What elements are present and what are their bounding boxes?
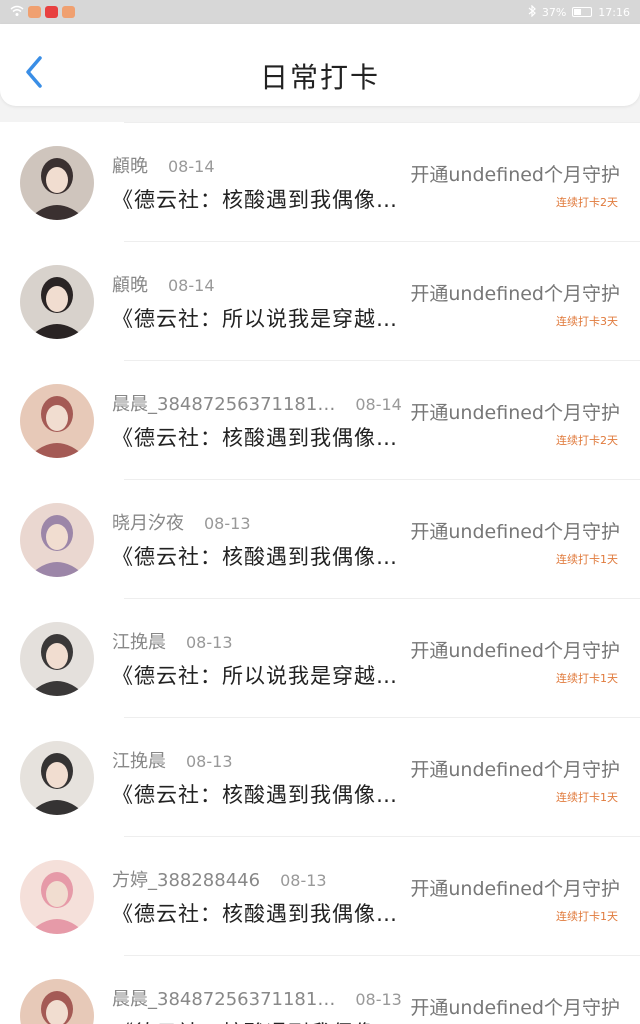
user-name: 顧晚 — [112, 275, 148, 296]
user-name: 晓月汐夜 — [112, 513, 184, 534]
guard-text: 开通undefined个月守护 — [410, 283, 620, 305]
guard-text: 开通undefined个月守护 — [410, 521, 620, 543]
status-bar: 37% 17:16 — [0, 0, 640, 24]
avatar[interactable] — [20, 860, 94, 934]
guard-text: 开通undefined个月守护 — [410, 640, 620, 662]
checkin-date: 08-13 — [204, 514, 251, 533]
checkin-date: 08-13 — [355, 990, 402, 1009]
divider — [124, 360, 640, 361]
checkin-message: 《德云社：核酸遇到我偶像… — [112, 1017, 422, 1024]
streak-text: 连续打卡1天 — [556, 910, 618, 923]
name-line: 顧晚 08-14 — [112, 152, 215, 178]
guard-text: 开通undefined个月守护 — [410, 878, 620, 900]
avatar[interactable] — [20, 979, 94, 1024]
checkin-date: 08-14 — [168, 157, 215, 176]
status-left — [10, 5, 75, 20]
name-line: 顧晚 08-14 — [112, 271, 215, 297]
avatar[interactable] — [20, 503, 94, 577]
divider — [124, 241, 640, 242]
checkin-message: 《德云社：核酸遇到我偶像… — [112, 545, 398, 569]
name-line: 晨晨_38487256371181… 08-13 — [112, 985, 402, 1011]
name-line: 方婷_388288446 08-13 — [112, 866, 327, 892]
user-name: 顧晚 — [112, 156, 148, 177]
divider — [124, 717, 640, 718]
list-item[interactable]: 方婷_388288446 08-13 《德云社：核酸遇到我偶像… 开通undef… — [0, 836, 640, 955]
guard-text: 开通undefined个月守护 — [410, 164, 620, 186]
list-item[interactable]: 顧晚 08-14 《德云社：所以说我是穿越… 开通undefined个月守护 连… — [0, 241, 640, 360]
battery-icon — [572, 7, 593, 17]
divider — [124, 122, 640, 123]
checkin-date: 08-13 — [280, 871, 327, 890]
list-item[interactable]: 江挽晨 08-13 《德云社：核酸遇到我偶像… 开通undefined个月守护 … — [0, 717, 640, 836]
name-line: 江挽晨 08-13 — [112, 628, 233, 654]
checkin-date: 08-14 — [168, 276, 215, 295]
list-item[interactable]: 晓月汐夜 08-13 《德云社：核酸遇到我偶像… 开通undefined个月守护… — [0, 479, 640, 598]
status-right: 37% 17:16 — [528, 4, 630, 20]
notification-icon — [62, 6, 75, 18]
avatar[interactable] — [20, 146, 94, 220]
list-item[interactable]: 晨晨_38487256371181… 08-13 《德云社：核酸遇到我偶像… 开… — [0, 955, 640, 1024]
user-name: 晨晨_38487256371181… — [112, 394, 336, 415]
user-name: 方婷_388288446 — [112, 870, 261, 891]
checkin-message: 《德云社：核酸遇到我偶像… — [112, 188, 398, 212]
user-name: 晨晨_38487256371181… — [112, 989, 336, 1010]
streak-text: 连续打卡2天 — [556, 434, 618, 447]
battery-percent: 37% — [541, 5, 567, 19]
guard-text: 开通undefined个月守护 — [410, 997, 620, 1019]
user-name: 江挽晨 — [112, 632, 166, 653]
name-line: 晓月汐夜 08-13 — [112, 509, 251, 535]
checkin-date: 08-14 — [355, 395, 402, 414]
notification-icon — [45, 6, 58, 18]
streak-text: 连续打卡2天 — [556, 196, 618, 209]
name-line: 江挽晨 08-13 — [112, 747, 233, 773]
avatar[interactable] — [20, 741, 94, 815]
checkin-message: 《德云社：核酸遇到我偶像… — [112, 783, 398, 807]
streak-text: 连续打卡3天 — [556, 315, 618, 328]
list-item[interactable]: 江挽晨 08-13 《德云社：所以说我是穿越… 开通undefined个月守护 … — [0, 598, 640, 717]
checkin-message: 《德云社：所以说我是穿越… — [112, 664, 398, 688]
divider — [124, 479, 640, 480]
streak-text: 连续打卡1天 — [556, 553, 618, 566]
list-item[interactable]: 晨晨_38487256371181… 08-14 《德云社：核酸遇到我偶像… 开… — [0, 360, 640, 479]
checkin-date: 08-13 — [186, 633, 233, 652]
checkin-message: 《德云社：核酸遇到我偶像… — [112, 426, 398, 450]
streak-text: 连续打卡1天 — [556, 791, 618, 804]
wifi-icon — [10, 5, 24, 20]
clock: 17:16 — [598, 5, 630, 19]
streak-text: 连续打卡1天 — [556, 672, 618, 685]
guard-text: 开通undefined个月守护 — [410, 402, 620, 424]
checkin-message: 《德云社：核酸遇到我偶像… — [112, 902, 398, 926]
page-title: 日常打卡 — [259, 61, 380, 94]
avatar[interactable] — [20, 384, 94, 458]
guard-text: 开通undefined个月守护 — [410, 759, 620, 781]
header-bar: 日常打卡 — [0, 24, 640, 106]
avatar[interactable] — [20, 265, 94, 339]
checkin-message: 《德云社：所以说我是穿越… — [112, 307, 398, 331]
list-item[interactable]: 顧晚 08-14 《德云社：核酸遇到我偶像… 开通undefined个月守护 连… — [0, 122, 640, 241]
checkin-list: 顧晚 08-14 《德云社：核酸遇到我偶像… 开通undefined个月守护 连… — [0, 122, 640, 1024]
divider — [124, 955, 640, 956]
name-line: 晨晨_38487256371181… 08-14 — [112, 390, 402, 416]
bluetooth-icon — [528, 4, 536, 20]
checkin-date: 08-13 — [186, 752, 233, 771]
notification-icon — [28, 6, 41, 18]
avatar[interactable] — [20, 622, 94, 696]
divider — [124, 836, 640, 837]
divider — [124, 598, 640, 599]
user-name: 江挽晨 — [112, 751, 166, 772]
